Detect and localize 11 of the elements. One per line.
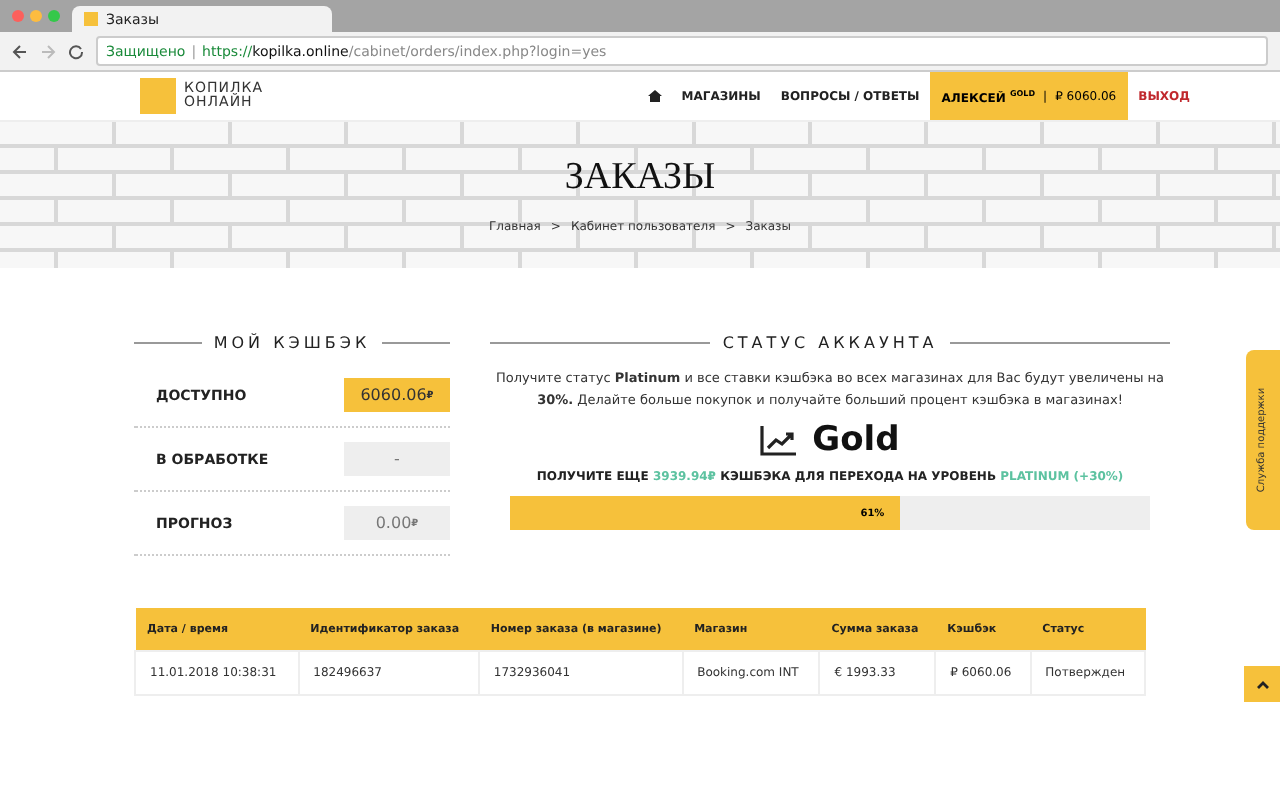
status-level: Gold: [812, 420, 900, 460]
cashback-value: -: [344, 442, 450, 476]
back-icon[interactable]: [12, 43, 28, 59]
section-title: СТАТУС АККАУНТА: [490, 334, 1170, 352]
trend-chart-icon: [760, 425, 797, 455]
page-title: ЗАКАЗЫ: [564, 156, 716, 200]
chevron-up-icon: [1255, 679, 1269, 689]
scroll-up-button[interactable]: [1244, 666, 1280, 702]
reload-icon[interactable]: [68, 43, 84, 59]
logo-icon: [84, 12, 98, 26]
section-title: МОЙ КЭШБЭК: [134, 334, 450, 352]
